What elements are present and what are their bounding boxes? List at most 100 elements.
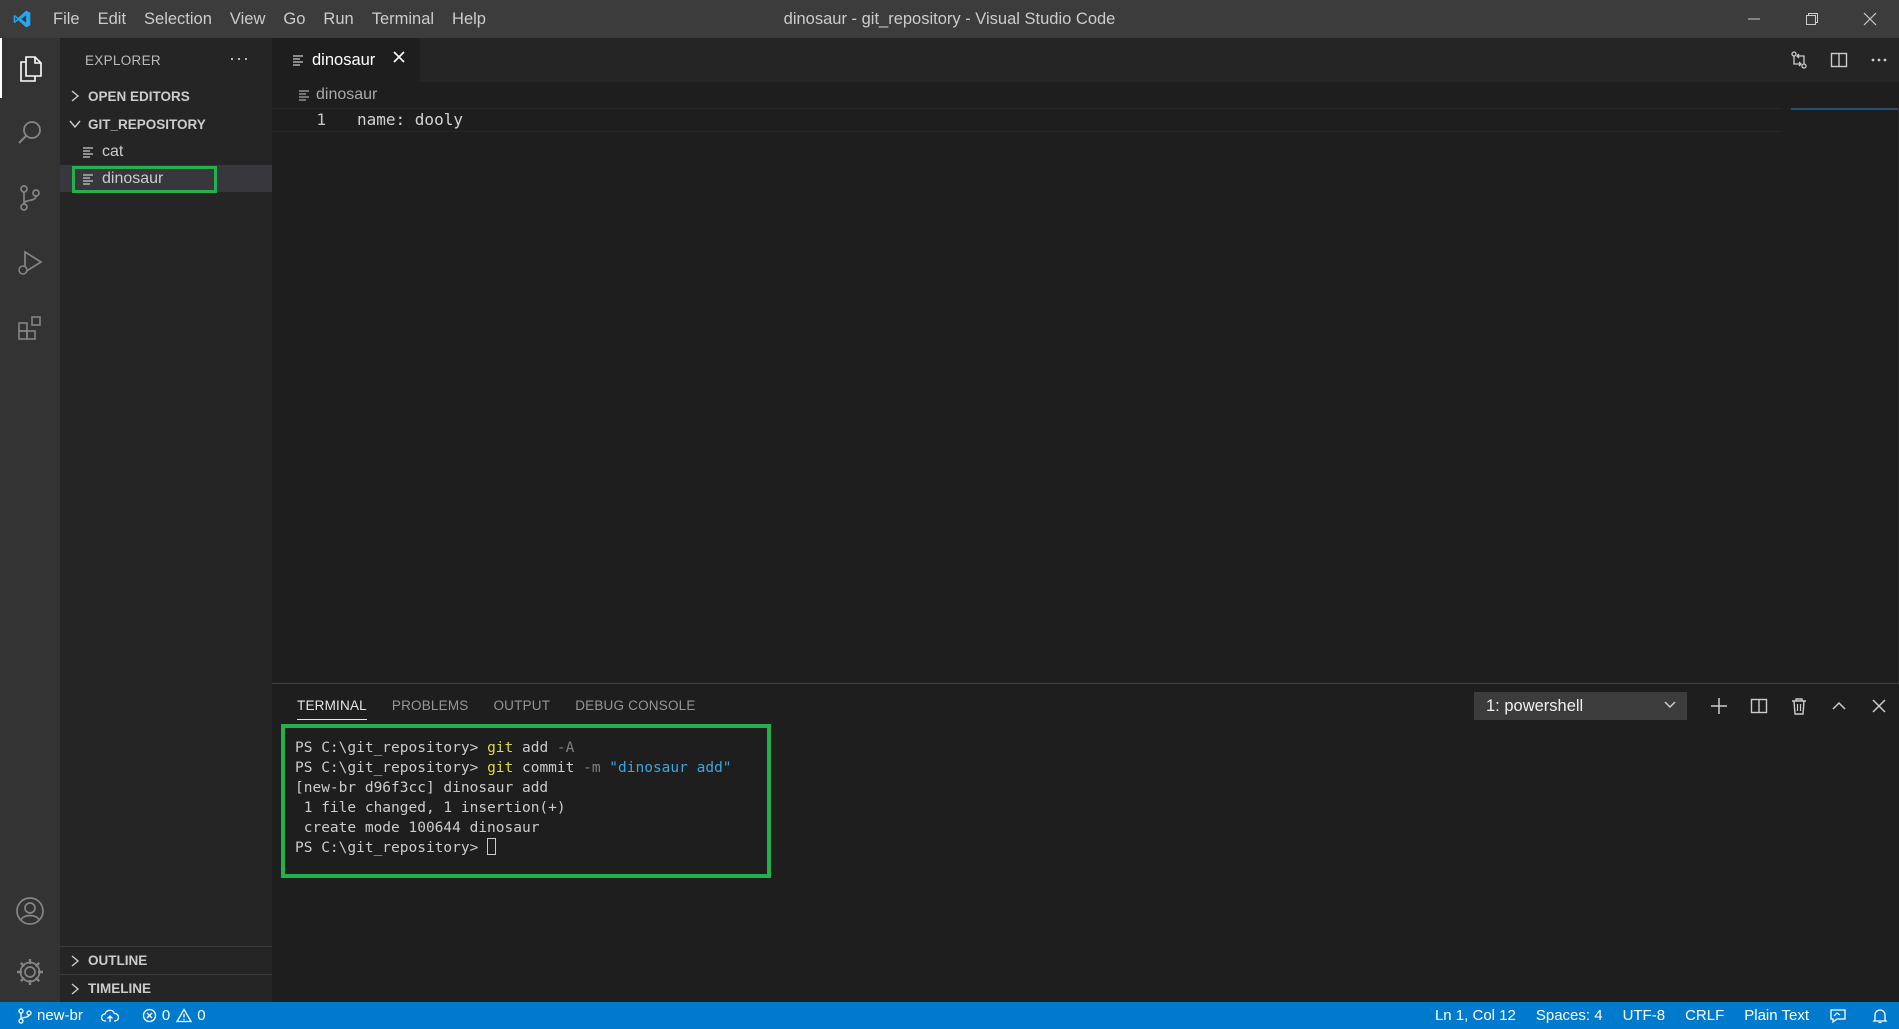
tab-output[interactable]: OUTPUT: [493, 684, 550, 728]
branch-name: new-br: [37, 1007, 83, 1024]
folder-label: GIT_REPOSITORY: [88, 116, 206, 132]
trash-icon: [1792, 698, 1806, 715]
split-terminal-icon: [1750, 698, 1768, 714]
maximize-panel-button[interactable]: [1819, 691, 1859, 721]
terminal-line: 1 file changed, 1 insertion(+): [295, 800, 566, 816]
search-icon: [18, 121, 41, 144]
terminal-select[interactable]: 1: powershell: [1474, 692, 1687, 720]
git-branch-icon: [18, 1007, 32, 1024]
close-tab-button[interactable]: [392, 50, 406, 69]
split-editor-button[interactable]: [1819, 38, 1859, 82]
ellipsis-icon: [1871, 58, 1887, 62]
menu-selection[interactable]: Selection: [135, 0, 221, 38]
explorer-activity[interactable]: [0, 38, 60, 98]
more-actions-button[interactable]: ···: [229, 48, 250, 69]
menu-help[interactable]: Help: [443, 0, 495, 38]
explorer-header: EXPLORER ···: [60, 38, 272, 82]
command: git: [487, 760, 514, 776]
flag: -m: [583, 760, 601, 776]
cursor-position[interactable]: Ln 1, Col 12: [1435, 1002, 1516, 1029]
feedback-icon: [1830, 1008, 1846, 1023]
restore-icon: [1806, 13, 1818, 25]
line-content: name: dooly: [357, 110, 463, 129]
sync-status[interactable]: [100, 1002, 124, 1029]
open-editors-label: OPEN EDITORS: [88, 88, 190, 104]
code-editor[interactable]: 1 name: dooly: [272, 108, 1899, 683]
search-activity[interactable]: [0, 103, 60, 163]
encoding[interactable]: UTF-8: [1623, 1002, 1666, 1029]
chevron-down-icon: [66, 119, 84, 129]
branch-status[interactable]: new-br: [18, 1002, 83, 1029]
tab-debug-console[interactable]: DEBUG CONSOLE: [575, 684, 695, 728]
tab-terminal[interactable]: TERMINAL: [297, 684, 367, 728]
close-panel-button[interactable]: [1859, 691, 1899, 721]
compare-changes-icon: [1791, 51, 1807, 69]
terminal-line: PS C:\git_repository> git add -A: [295, 738, 767, 758]
text-file-icon: [298, 89, 310, 101]
problems-status[interactable]: 0 0: [142, 1002, 206, 1029]
outline-section[interactable]: OUTLINE: [60, 946, 272, 974]
text-file-icon: [292, 54, 304, 66]
open-changes-button[interactable]: [1779, 38, 1819, 82]
menu-terminal[interactable]: Terminal: [363, 0, 443, 38]
tab-problems[interactable]: PROBLEMS: [392, 684, 469, 728]
editor-tabs-bar: dinosaur: [272, 38, 1899, 82]
minimap-line: [1791, 108, 1899, 110]
extensions-icon: [18, 316, 41, 340]
source-control-activity[interactable]: [0, 168, 60, 228]
tab-label: dinosaur: [312, 50, 376, 69]
gear-icon: [17, 959, 43, 985]
terminal-line: [new-br d96f3cc] dinosaur add: [295, 780, 549, 796]
split-terminal-button[interactable]: [1739, 691, 1779, 721]
end-of-line[interactable]: CRLF: [1685, 1002, 1724, 1029]
open-editors-section[interactable]: OPEN EDITORS: [60, 82, 272, 110]
menu-run[interactable]: Run: [314, 0, 362, 38]
indentation[interactable]: Spaces: 4: [1536, 1002, 1603, 1029]
source-control-icon: [20, 185, 40, 211]
feedback-button[interactable]: [1829, 1002, 1852, 1029]
more-editor-actions-button[interactable]: [1859, 38, 1899, 82]
file-item-dinosaur[interactable]: dinosaur: [60, 165, 272, 193]
menu-bar: File Edit Selection View Go Run Terminal…: [44, 0, 495, 38]
breadcrumb-file[interactable]: dinosaur: [316, 86, 377, 104]
command: git: [487, 740, 514, 756]
menu-go[interactable]: Go: [274, 0, 314, 38]
terminal-select-value: 1: powershell: [1486, 696, 1584, 715]
chevron-right-icon: [66, 90, 84, 102]
notifications-button[interactable]: [1872, 1002, 1893, 1029]
editor-tab-dinosaur[interactable]: dinosaur: [272, 38, 420, 82]
bell-icon: [1872, 1008, 1888, 1023]
new-terminal-button[interactable]: [1699, 691, 1739, 721]
extensions-activity[interactable]: [0, 298, 60, 358]
timeline-section[interactable]: TIMELINE: [60, 974, 272, 1002]
terminal-output[interactable]: PS C:\git_repository> git add -A PS C:\g…: [281, 724, 771, 878]
close-window-button[interactable]: [1841, 0, 1899, 38]
prompt: PS C:\git_repository>: [295, 740, 488, 756]
restore-button[interactable]: [1783, 0, 1841, 38]
menu-edit[interactable]: Edit: [89, 0, 135, 38]
folder-section[interactable]: GIT_REPOSITORY: [60, 110, 272, 138]
file-item-cat[interactable]: cat: [60, 138, 272, 165]
menu-view[interactable]: View: [221, 0, 274, 38]
subcommand: commit: [513, 760, 584, 776]
chevron-down-icon: [1663, 698, 1677, 717]
menu-file[interactable]: File: [44, 0, 89, 38]
run-debug-activity[interactable]: [0, 233, 60, 293]
minimize-button[interactable]: [1725, 0, 1783, 38]
manage-activity[interactable]: [0, 942, 60, 1002]
run-debug-icon: [18, 250, 43, 275]
close-icon: [393, 51, 405, 63]
status-left: new-br 0 0: [0, 1002, 224, 1029]
terminal-line: create mode 100644 dinosaur: [295, 820, 540, 836]
warning-count: 0: [197, 1007, 206, 1024]
status-bar: new-br 0 0 Ln 1, Col 12 Spaces: 4 UTF-8 …: [0, 1002, 1899, 1029]
explorer-title: EXPLORER: [85, 52, 161, 68]
kill-terminal-button[interactable]: [1779, 691, 1819, 721]
prompt: PS C:\git_repository>: [295, 760, 488, 776]
file-label: cat: [102, 142, 124, 160]
highlight-box: [72, 166, 217, 193]
bottom-panel: TERMINAL PROBLEMS OUTPUT DEBUG CONSOLE 1…: [272, 683, 1899, 1002]
language-mode[interactable]: Plain Text: [1744, 1002, 1809, 1029]
accounts-activity[interactable]: [0, 881, 60, 941]
chevron-right-icon: [66, 982, 84, 995]
